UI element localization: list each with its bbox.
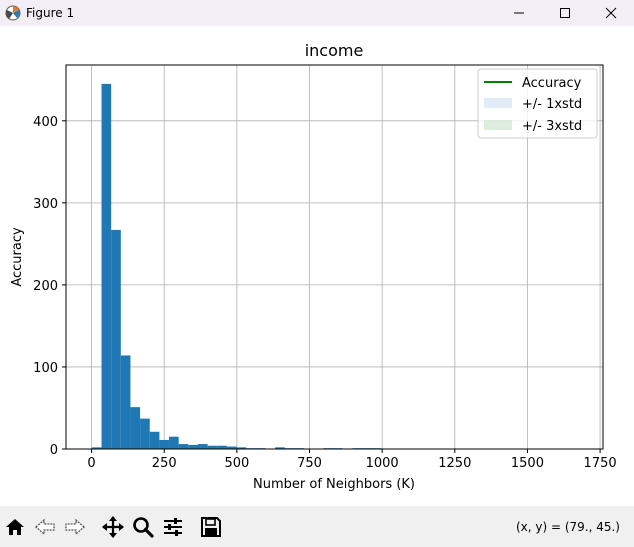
cursor-coordinates: (x, y) = (79., 45.) <box>515 519 620 534</box>
window-title: Figure 1 <box>26 6 75 20</box>
x-tick-label: 0 <box>87 456 95 471</box>
legend-label-accuracy: Accuracy <box>522 76 582 91</box>
histogram-chart: income 0 250 500 750 1000 1250 1500 1750 0 100 20… <box>10 41 617 492</box>
maximize-button[interactable] <box>542 0 588 26</box>
histogram-bar <box>159 439 170 449</box>
x-tick-label: 500 <box>224 456 249 471</box>
legend-patch-3xstd <box>484 120 512 130</box>
histogram-bar <box>188 444 198 449</box>
x-tick-label: 1250 <box>438 456 471 471</box>
x-axis-label: Number of Neighbors (K) <box>253 477 415 492</box>
pan-icon <box>102 515 124 538</box>
x-tick-label: 1500 <box>511 456 544 471</box>
maximize-icon <box>560 8 570 18</box>
y-tick-label: 300 <box>33 197 58 212</box>
back-arrow-icon <box>35 518 55 535</box>
pan-button[interactable] <box>98 510 128 544</box>
x-axis-ticks: 0 250 500 750 1000 1250 1500 1750 <box>87 449 617 471</box>
histogram-bar <box>178 444 189 449</box>
window-titlebar: Figure 1 <box>0 0 634 26</box>
save-icon <box>201 516 221 537</box>
legend: Accuracy +/- 1xstd +/- 3xstd <box>477 68 598 139</box>
histogram-bar <box>101 83 112 449</box>
configure-subplots-button[interactable] <box>158 510 188 544</box>
histogram-bar <box>130 407 141 449</box>
x-tick-label: 250 <box>152 456 177 471</box>
histogram-bar <box>120 355 131 449</box>
chart-title: income <box>305 41 364 60</box>
home-button[interactable] <box>0 510 30 544</box>
y-tick-label: 400 <box>33 115 58 130</box>
y-axis-label: Accuracy <box>10 227 25 287</box>
zoom-icon <box>133 516 154 538</box>
close-icon <box>605 7 617 19</box>
configure-subplots-icon <box>164 517 182 536</box>
y-axis-ticks: 0 100 200 300 400 <box>33 115 66 458</box>
histogram-bar <box>169 436 179 449</box>
histogram-bar <box>149 431 160 449</box>
y-tick-label: 100 <box>33 361 58 376</box>
histogram-bar <box>111 229 121 449</box>
forward-arrow-icon <box>65 518 85 535</box>
legend-label-3xstd: +/- 3xstd <box>522 119 582 134</box>
histogram-bar <box>140 418 150 449</box>
legend-label-1xstd: +/- 1xstd <box>522 97 582 112</box>
navigation-toolbar: (x, y) = (79., 45.) <box>0 506 634 547</box>
window-controls <box>496 0 634 26</box>
save-button[interactable] <box>196 510 226 544</box>
minimize-button[interactable] <box>496 0 542 26</box>
minimize-icon <box>514 12 524 14</box>
home-icon <box>6 518 24 535</box>
figure-canvas[interactable]: income 0 250 500 750 1000 1250 1500 1750 0 100 20… <box>0 26 634 506</box>
forward-button[interactable] <box>60 510 90 544</box>
y-tick-label: 0 <box>50 443 58 458</box>
matplotlib-icon <box>5 5 21 21</box>
zoom-button[interactable] <box>128 510 158 544</box>
histogram-bar <box>197 444 208 449</box>
back-button[interactable] <box>30 510 60 544</box>
close-button[interactable] <box>588 0 634 26</box>
y-tick-label: 200 <box>33 279 58 294</box>
legend-patch-1xstd <box>484 98 512 108</box>
x-tick-label: 750 <box>297 456 322 471</box>
x-tick-label: 1750 <box>584 456 617 471</box>
x-tick-label: 1000 <box>366 456 399 471</box>
